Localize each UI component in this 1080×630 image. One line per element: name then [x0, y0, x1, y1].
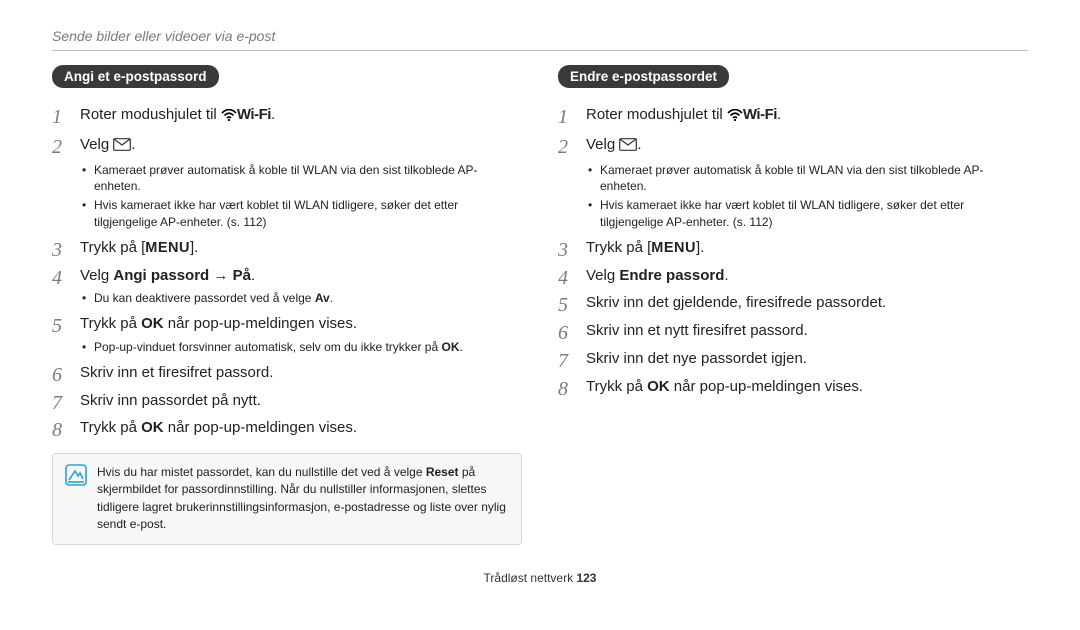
step-bold: OK — [141, 419, 164, 436]
right-column: Endre e-postpassordet Roter modushjulet … — [558, 65, 1028, 545]
envelope-icon — [113, 136, 131, 158]
step-text: Roter modushjulet til — [586, 106, 727, 123]
bullet: Hvis kameraet ikke har vært koblet til W… — [80, 197, 522, 231]
step-6: Skriv inn et nytt firesifret passord. — [558, 320, 1028, 342]
step-text: Velg — [80, 136, 113, 153]
step-5: Trykk på OK når pop-up-meldingen vises. … — [52, 313, 522, 356]
step-text: når pop-up-meldingen vises. — [164, 419, 357, 436]
step-bold: OK — [647, 378, 670, 395]
step-text: Trykk på [ — [80, 239, 145, 256]
step-3: Trykk på [MENU]. — [558, 237, 1028, 259]
arrow-icon: → — [209, 267, 232, 284]
bullet-text: . — [459, 340, 462, 354]
step-text: . — [724, 267, 728, 284]
step-3: Trykk på [MENU]. — [52, 237, 522, 259]
step-4: Velg Endre passord. — [558, 265, 1028, 287]
step-bold: Angi passord — [113, 267, 209, 284]
envelope-icon — [619, 136, 637, 158]
step-text: ]. — [190, 239, 198, 256]
step-6: Skriv inn et firesifret passord. — [52, 362, 522, 384]
page-footer: Trådløst nettverk 123 — [52, 571, 1028, 585]
wifi-label: Wi-Fi — [237, 106, 271, 123]
left-column: Angi et e-postpassord Roter modushjulet … — [52, 65, 522, 545]
bullet-text: . — [330, 291, 333, 305]
step-text: Trykk på — [80, 315, 141, 332]
step-text: . — [251, 267, 255, 284]
step-text: . — [131, 136, 135, 153]
step-2-bullets: Kameraet prøver automatisk å koble til W… — [80, 162, 522, 231]
bullet: Du kan deaktivere passordet ved å velge … — [80, 290, 522, 307]
step-4: Velg Angi passord → På. Du kan deaktiver… — [52, 265, 522, 308]
step-1: Roter modushjulet til Wi-Fi. — [52, 104, 522, 128]
step-1: Roter modushjulet til Wi-Fi. — [558, 104, 1028, 128]
note-text-bold: Reset — [426, 465, 459, 479]
note-text: Hvis du har mistet passordet, kan du nul… — [97, 464, 509, 534]
note-box: Hvis du har mistet passordet, kan du nul… — [52, 453, 522, 545]
step-5-bullets: Pop-up-vinduet forsvinner automatisk, se… — [80, 339, 522, 356]
bullet: Pop-up-vinduet forsvinner automatisk, se… — [80, 339, 522, 356]
step-text: . — [637, 136, 641, 153]
step-4-bullets: Du kan deaktivere passordet ved å velge … — [80, 290, 522, 307]
wifi-icon — [727, 106, 743, 128]
step-7: Skriv inn det nye passordet igjen. — [558, 348, 1028, 370]
section-title-right: Endre e-postpassordet — [558, 65, 729, 88]
steps-right: Roter modushjulet til Wi-Fi. Velg . Kame… — [558, 104, 1028, 397]
running-header: Sende bilder eller videoer via e-post — [52, 28, 1028, 44]
step-text: Velg — [586, 267, 619, 284]
bullet-text: Pop-up-vinduet forsvinner automatisk, se… — [94, 340, 441, 354]
menu-label: MENU — [145, 240, 190, 256]
step-bold: OK — [141, 315, 164, 332]
step-text: . — [777, 106, 781, 123]
bullet: Hvis kameraet ikke har vært koblet til W… — [586, 197, 1028, 231]
section-title-left: Angi et e-postpassord — [52, 65, 219, 88]
steps-left: Roter modushjulet til Wi-Fi. Velg . Kame… — [52, 104, 522, 439]
step-text: når pop-up-meldingen vises. — [164, 315, 357, 332]
step-text: Velg — [586, 136, 619, 153]
footer-label: Trådløst nettverk — [484, 571, 577, 585]
step-text: Velg — [80, 267, 113, 284]
step-5: Skriv inn det gjeldende, firesifrede pas… — [558, 292, 1028, 314]
bullet-text: Du kan deaktivere passordet ved å velge — [94, 291, 315, 305]
header-rule — [52, 50, 1028, 51]
wifi-label: Wi-Fi — [743, 106, 777, 123]
bullet-bold: Av — [315, 291, 330, 305]
step-bold: På — [233, 267, 251, 284]
wifi-icon — [221, 106, 237, 128]
step-text: Trykk på [ — [586, 239, 651, 256]
step-text: ]. — [696, 239, 704, 256]
bullet: Kameraet prøver automatisk å koble til W… — [586, 162, 1028, 196]
menu-label: MENU — [651, 240, 696, 256]
step-bold: Endre passord — [619, 267, 724, 284]
step-text: Trykk på — [80, 419, 141, 436]
step-2: Velg . Kameraet prøver automatisk å kobl… — [52, 134, 522, 231]
step-7: Skriv inn passordet på nytt. — [52, 390, 522, 412]
note-text-pre: Hvis du har mistet passordet, kan du nul… — [97, 465, 426, 479]
note-icon — [65, 464, 87, 534]
bullet: Kameraet prøver automatisk å koble til W… — [80, 162, 522, 196]
document-page: Sende bilder eller videoer via e-post An… — [0, 0, 1080, 603]
step-2-bullets: Kameraet prøver automatisk å koble til W… — [586, 162, 1028, 231]
bullet-bold: OK — [441, 340, 459, 354]
step-text: Trykk på — [586, 378, 647, 395]
step-8: Trykk på OK når pop-up-meldingen vises. — [558, 376, 1028, 398]
step-8: Trykk på OK når pop-up-meldingen vises. — [52, 417, 522, 439]
step-2: Velg . Kameraet prøver automatisk å kobl… — [558, 134, 1028, 231]
step-text: Roter modushjulet til — [80, 106, 221, 123]
step-text: når pop-up-meldingen vises. — [670, 378, 863, 395]
page-number: 123 — [576, 571, 596, 585]
step-text: . — [271, 106, 275, 123]
columns: Angi et e-postpassord Roter modushjulet … — [52, 65, 1028, 545]
